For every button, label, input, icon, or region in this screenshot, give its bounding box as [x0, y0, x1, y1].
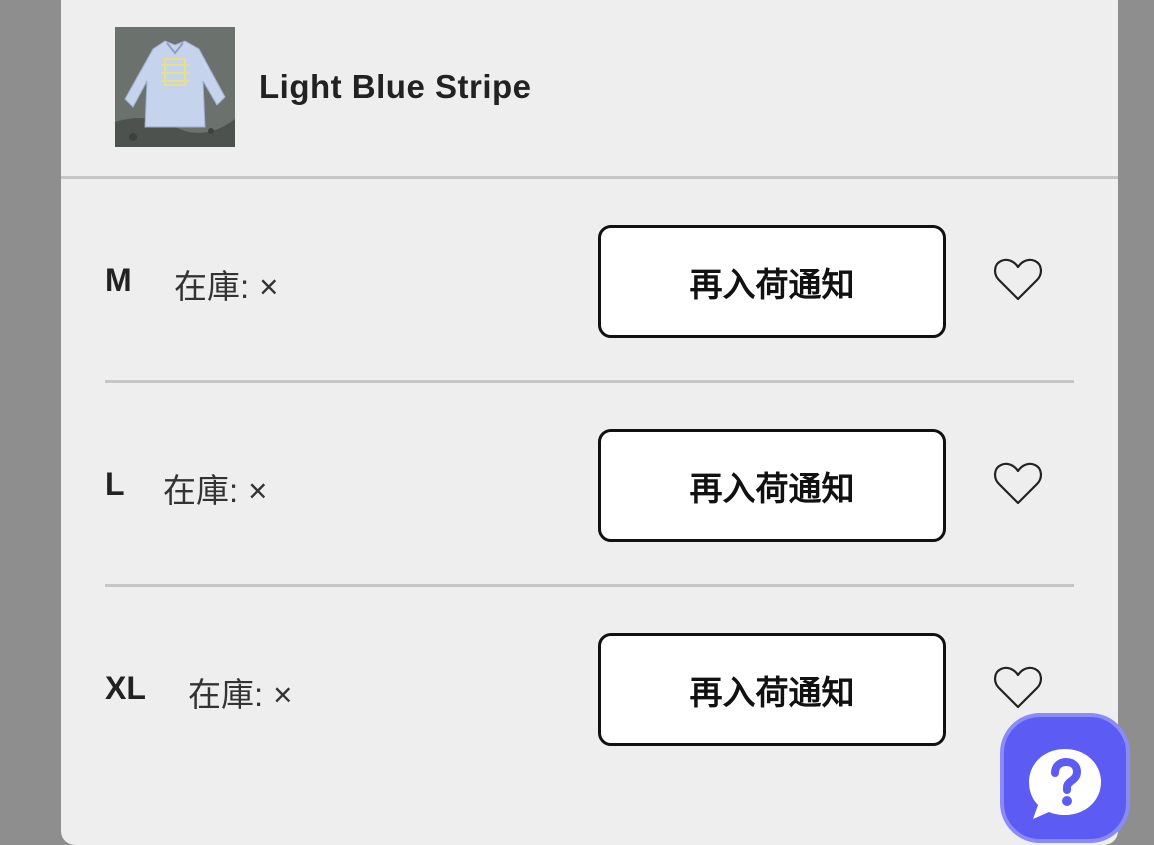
variant-row-xl: XL 在庫: × 再入荷通知 — [105, 587, 1074, 791]
restock-notify-button[interactable]: 再入荷通知 — [598, 429, 946, 542]
heart-icon[interactable] — [993, 665, 1043, 711]
product-variant-sheet: Light Blue Stripe M 在庫: × 再入荷通知 L 在庫: × 再入… — [61, 0, 1118, 845]
heart-icon[interactable] — [993, 257, 1043, 303]
stock-value: × — [273, 676, 293, 713]
product-thumbnail — [115, 27, 235, 147]
size-label: M — [105, 262, 132, 298]
stock-value: × — [248, 472, 268, 509]
restock-notify-button[interactable]: 再入荷通知 — [598, 633, 946, 746]
product-header: Light Blue Stripe — [61, 0, 1118, 179]
restock-notify-button[interactable]: 再入荷通知 — [598, 225, 946, 338]
question-chat-icon — [1029, 749, 1101, 819]
help-chat-button[interactable] — [1000, 713, 1130, 843]
heart-icon[interactable] — [993, 461, 1043, 507]
stock-value: × — [259, 268, 279, 305]
size-label: L — [105, 466, 125, 502]
variant-row-m: M 在庫: × 再入荷通知 — [105, 179, 1074, 383]
stock-label: 在庫: — [163, 472, 239, 509]
stock-label: 在庫: — [174, 268, 250, 305]
shirt-image — [115, 27, 235, 147]
stock-status: 在庫: × — [163, 464, 267, 512]
stock-status: 在庫: × — [188, 668, 292, 716]
size-label: XL — [105, 670, 146, 706]
stock-status: 在庫: × — [174, 260, 278, 308]
product-name: Light Blue Stripe — [259, 68, 532, 105]
variant-row-l: L 在庫: × 再入荷通知 — [105, 383, 1074, 587]
stock-label: 在庫: — [188, 676, 264, 713]
